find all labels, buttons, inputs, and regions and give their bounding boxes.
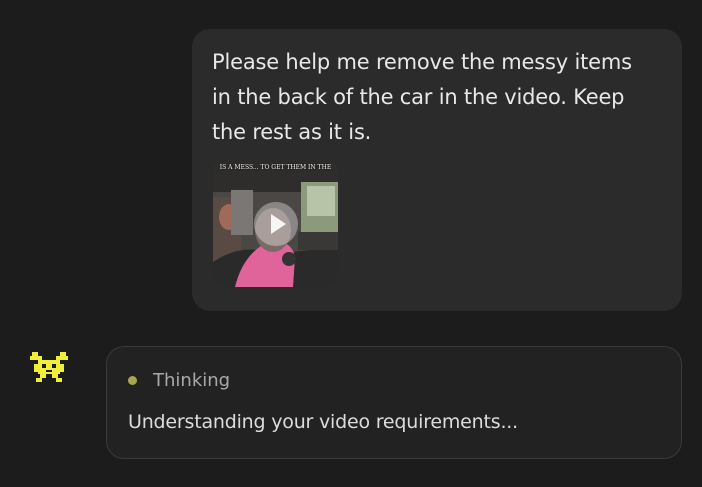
- play-icon[interactable]: [254, 202, 298, 246]
- user-message-bubble: Please help me remove the messy items in…: [192, 29, 682, 311]
- thinking-status: Thinking: [128, 368, 230, 392]
- video-attachment-thumbnail[interactable]: IS A MESS... TO GET THEM IN THE: [213, 162, 338, 287]
- video-caption-text: IS A MESS... TO GET THEM IN THE: [219, 164, 332, 171]
- user-message-text: Please help me remove the messy items in…: [212, 50, 632, 144]
- assistant-status-card: Thinking Understanding your video requir…: [106, 346, 682, 459]
- status-dot-icon: [128, 375, 137, 385]
- status-label: Thinking: [153, 369, 231, 391]
- status-detail-text: Understanding your video requirements...: [128, 411, 518, 433]
- pixel-bug-icon: [30, 352, 68, 382]
- chat-page: Please help me remove the messy items in…: [0, 0, 702, 487]
